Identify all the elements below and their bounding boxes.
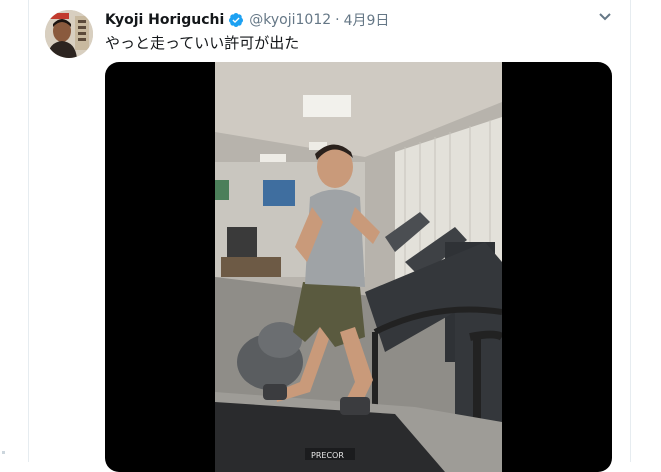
treadmill-brand-label: PRECOR xyxy=(311,451,344,460)
chevron-down-icon[interactable] xyxy=(598,12,612,22)
tweet-date[interactable]: 4月9日 xyxy=(344,10,390,30)
header-separator: · xyxy=(335,12,340,28)
avatar[interactable] xyxy=(45,10,93,58)
desk xyxy=(221,257,281,277)
wall-poster xyxy=(263,180,295,206)
video-frame: PRECOR xyxy=(215,62,502,472)
author-handle[interactable]: @kyoji1012 xyxy=(249,12,331,28)
tweet-card[interactable]: Kyoji Horiguchi @kyoji1012 · 4月9日 やっと走って… xyxy=(29,0,630,472)
avatar-image xyxy=(45,10,93,58)
wall-sign xyxy=(215,180,229,200)
tweet-text: やっと走っていい許可が出た xyxy=(105,34,300,52)
left-column-edge xyxy=(0,0,29,462)
author-name[interactable]: Kyoji Horiguchi xyxy=(105,12,224,28)
ceiling-light xyxy=(303,95,351,117)
tweet-header: Kyoji Horiguchi @kyoji1012 · 4月9日 xyxy=(105,10,389,30)
edge-marker xyxy=(2,451,5,454)
verified-badge-icon xyxy=(229,13,244,27)
video-player[interactable]: PRECOR xyxy=(105,62,612,472)
right-column-edge xyxy=(630,0,661,462)
ceiling-light xyxy=(260,154,286,162)
